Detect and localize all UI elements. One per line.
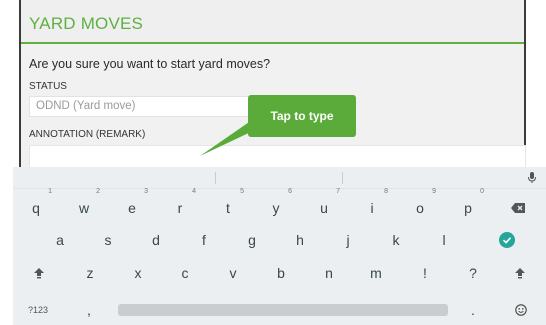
key-hint: 1	[48, 188, 52, 195]
key-hint: 2	[96, 188, 100, 195]
key-g[interactable]: g	[232, 225, 272, 255]
key-j[interactable]: j	[328, 225, 368, 255]
backspace-icon	[511, 203, 525, 213]
key-label: y	[272, 200, 280, 216]
header-divider	[21, 42, 524, 44]
key-w[interactable]: w2	[64, 188, 104, 223]
key-exclamation[interactable]: !	[405, 258, 445, 288]
tap-to-type-tooltip: Tap to type	[248, 95, 356, 137]
key-label: p	[464, 200, 472, 216]
key-hint: 7	[336, 188, 340, 195]
check-circle-icon	[499, 232, 515, 248]
suggestion-strip	[13, 167, 546, 189]
shift-key-left[interactable]	[19, 258, 59, 288]
key-e[interactable]: e3	[112, 188, 152, 223]
key-u[interactable]: u7	[304, 188, 344, 223]
key-hint: 4	[192, 188, 196, 195]
key-hint: 5	[240, 188, 244, 195]
key-label: r	[177, 200, 183, 216]
key-i[interactable]: i8	[352, 188, 392, 223]
backspace-key[interactable]	[498, 193, 538, 223]
key-m[interactable]: m	[356, 258, 396, 288]
key-label: u	[320, 200, 328, 216]
left-margin	[0, 0, 19, 168]
enter-key[interactable]	[487, 225, 527, 255]
key-q[interactable]: q1	[16, 188, 56, 223]
key-a[interactable]: a	[40, 225, 80, 255]
key-d[interactable]: d	[136, 225, 176, 255]
annotation-label: ANNOTATION (REMARK)	[29, 129, 146, 140]
key-h[interactable]: h	[280, 225, 320, 255]
key-question[interactable]: ?	[453, 258, 493, 288]
shift-icon	[34, 268, 44, 279]
key-label: e	[128, 200, 136, 216]
key-n[interactable]: n	[309, 258, 349, 288]
emoji-key[interactable]	[501, 295, 541, 325]
dialog-title: YARD MOVES	[29, 14, 144, 33]
key-z[interactable]: z	[70, 258, 110, 288]
suggestion-divider	[342, 172, 343, 184]
key-x[interactable]: x	[118, 258, 158, 288]
key-c[interactable]: c	[165, 258, 205, 288]
soft-keyboard: q1 w2 e3 r4 t5 y6 u7 i8 o9 p0 a s d f g …	[13, 167, 546, 325]
key-b[interactable]: b	[261, 258, 301, 288]
key-hint: 0	[480, 188, 484, 195]
emoji-icon	[515, 304, 527, 316]
status-label: STATUS	[29, 81, 67, 92]
key-s[interactable]: s	[88, 225, 128, 255]
annotation-input[interactable]	[29, 145, 526, 168]
mic-icon[interactable]	[526, 170, 538, 186]
key-t[interactable]: t5	[208, 188, 248, 223]
key-label: i	[370, 200, 374, 216]
shift-key-right[interactable]	[500, 258, 540, 288]
key-l[interactable]: l	[424, 225, 464, 255]
key-label: o	[416, 200, 424, 216]
key-label: w	[78, 200, 90, 216]
symbols-key[interactable]: ?123	[18, 295, 58, 325]
right-margin	[526, 0, 546, 168]
confirm-question: Are you sure you want to start yard move…	[29, 57, 271, 71]
key-y[interactable]: y6	[256, 188, 296, 223]
suggestion-divider	[215, 172, 216, 184]
key-label: q	[32, 200, 40, 216]
key-hint: 8	[384, 188, 388, 195]
key-p[interactable]: p0	[448, 188, 488, 223]
tooltip-text: Tap to type	[270, 109, 334, 123]
spacebar[interactable]	[118, 304, 448, 316]
key-f[interactable]: f	[184, 225, 224, 255]
key-o[interactable]: o9	[400, 188, 440, 223]
dialog-header: YARD MOVES	[21, 0, 524, 43]
shift-icon	[515, 268, 525, 279]
comma-key[interactable]: ,	[69, 295, 109, 325]
period-key[interactable]: .	[453, 295, 493, 325]
key-k[interactable]: k	[376, 225, 416, 255]
key-hint: 9	[432, 188, 436, 195]
key-r[interactable]: r4	[160, 188, 200, 223]
key-v[interactable]: v	[213, 258, 253, 288]
key-hint: 6	[288, 188, 292, 195]
key-label: t	[226, 200, 230, 216]
key-hint: 3	[144, 188, 148, 195]
